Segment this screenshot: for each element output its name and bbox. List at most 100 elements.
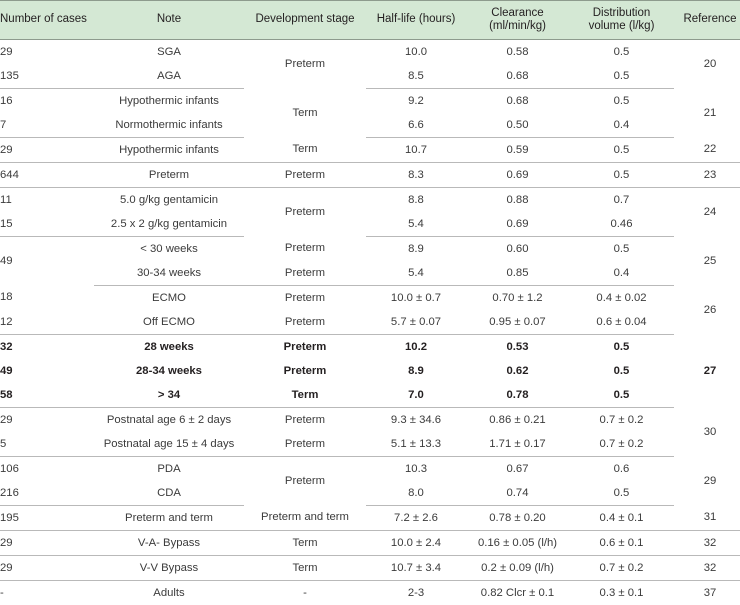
table-header-row: Number of cases Note Development stage H… bbox=[0, 1, 740, 40]
cell-half-life: 10.2 bbox=[366, 335, 466, 360]
cell-number-of-cases: 29 bbox=[0, 138, 94, 163]
cell-clearance: 0.2 ± 0.09 (l/h) bbox=[466, 556, 569, 581]
cell-distribution-volume: 0.6 bbox=[569, 457, 674, 482]
cell-distribution-volume: 0.6 ± 0.04 bbox=[569, 310, 674, 335]
cell-half-life: 5.4 bbox=[366, 212, 466, 237]
cell-clearance: 0.85 bbox=[466, 261, 569, 286]
cell-distribution-volume: 0.4 bbox=[569, 113, 674, 138]
cell-half-life: 8.0 bbox=[366, 481, 466, 506]
cell-clearance: 0.69 bbox=[466, 212, 569, 237]
cell-number-of-cases: 12 bbox=[0, 310, 94, 335]
cell-half-life: 8.8 bbox=[366, 188, 466, 213]
cell-clearance: 0.74 bbox=[466, 481, 569, 506]
cell-half-life: 8.5 bbox=[366, 64, 466, 89]
table-row: 29V-V BypassTerm10.7 ± 3.40.2 ± 0.09 (l/… bbox=[0, 556, 740, 581]
column-header-half-life: Half-life (hours) bbox=[366, 1, 466, 40]
table-header: Number of cases Note Development stage H… bbox=[0, 1, 740, 40]
table-row: 29V-A- BypassTerm10.0 ± 2.40.16 ± 0.05 (… bbox=[0, 531, 740, 556]
cell-reference: 32 bbox=[674, 531, 740, 556]
table-row: 29SGAPreterm10.00.580.520 bbox=[0, 40, 740, 65]
cell-distribution-volume: 0.3 ± 0.1 bbox=[569, 581, 674, 605]
cell-half-life: 10.0 ± 2.4 bbox=[366, 531, 466, 556]
cell-number-of-cases: 7 bbox=[0, 113, 94, 138]
cell-number-of-cases: 49 bbox=[0, 237, 94, 286]
cell-half-life: 8.3 bbox=[366, 163, 466, 188]
column-header-distribution-volume: Distribution volume (l/kg) bbox=[569, 1, 674, 40]
cell-number-of-cases: 18 bbox=[0, 286, 94, 311]
cell-development-stage: Preterm bbox=[244, 335, 366, 360]
table-row: 18ECMOPreterm10.0 ± 0.70.70 ± 1.20.4 ± 0… bbox=[0, 286, 740, 311]
cell-development-stage: Preterm bbox=[244, 163, 366, 188]
cell-reference: 32 bbox=[674, 556, 740, 581]
cell-development-stage: Term bbox=[244, 383, 366, 408]
cell-half-life: 10.0 ± 0.7 bbox=[366, 286, 466, 311]
cell-distribution-volume: 0.4 ± 0.02 bbox=[569, 286, 674, 311]
table-row: 58> 34Term7.00.780.5 bbox=[0, 383, 740, 408]
cell-number-of-cases: 29 bbox=[0, 40, 94, 65]
cell-distribution-volume: 0.7 bbox=[569, 188, 674, 213]
cell-note: > 34 bbox=[94, 383, 244, 408]
cell-half-life: 5.4 bbox=[366, 261, 466, 286]
cell-clearance: 0.60 bbox=[466, 237, 569, 262]
cell-reference: 23 bbox=[674, 163, 740, 188]
cell-clearance: 0.78 bbox=[466, 383, 569, 408]
cell-development-stage: Term bbox=[244, 531, 366, 556]
cell-development-stage: Preterm bbox=[244, 408, 366, 433]
cell-number-of-cases: 29 bbox=[0, 408, 94, 433]
cell-note: Normothermic infants bbox=[94, 113, 244, 138]
cell-half-life: 10.7 ± 3.4 bbox=[366, 556, 466, 581]
cell-reference: 20 bbox=[674, 40, 740, 89]
table-row: 3228 weeksPreterm10.20.530.527 bbox=[0, 335, 740, 360]
cell-development-stage: Preterm bbox=[244, 261, 366, 286]
cell-number-of-cases: 216 bbox=[0, 481, 94, 506]
table-row: 7Normothermic infants6.60.500.4 bbox=[0, 113, 740, 138]
cell-clearance: 1.71 ± 0.17 bbox=[466, 432, 569, 457]
table-row: 49< 30 weeksPreterm8.90.600.525 bbox=[0, 237, 740, 262]
cell-reference: 22 bbox=[674, 138, 740, 163]
cell-clearance: 0.82 Clcr ± 0.1 bbox=[466, 581, 569, 605]
pharmacokinetics-table: Number of cases Note Development stage H… bbox=[0, 0, 740, 605]
table-row: 29Postnatal age 6 ± 2 daysPreterm9.3 ± 3… bbox=[0, 408, 740, 433]
cell-development-stage: Preterm bbox=[244, 188, 366, 237]
cell-distribution-volume: 0.5 bbox=[569, 359, 674, 383]
cell-half-life: 5.7 ± 0.07 bbox=[366, 310, 466, 335]
cell-clearance: 0.88 bbox=[466, 188, 569, 213]
cell-half-life: 10.3 bbox=[366, 457, 466, 482]
cell-note: Off ECMO bbox=[94, 310, 244, 335]
cell-note: V-V Bypass bbox=[94, 556, 244, 581]
cell-number-of-cases: 16 bbox=[0, 89, 94, 114]
cell-development-stage: Preterm and term bbox=[244, 506, 366, 531]
cell-half-life: 10.0 bbox=[366, 40, 466, 65]
cell-clearance: 0.70 ± 1.2 bbox=[466, 286, 569, 311]
cell-clearance: 0.16 ± 0.05 (l/h) bbox=[466, 531, 569, 556]
cell-note: < 30 weeks bbox=[94, 237, 244, 262]
cell-number-of-cases: 135 bbox=[0, 64, 94, 89]
cell-clearance: 0.53 bbox=[466, 335, 569, 360]
cell-reference: 31 bbox=[674, 506, 740, 531]
cell-development-stage: Term bbox=[244, 138, 366, 163]
cell-clearance: 0.68 bbox=[466, 64, 569, 89]
table-row: 29Hypothermic infantsTerm10.70.590.522 bbox=[0, 138, 740, 163]
table-row: 4928-34 weeksPreterm8.90.620.5 bbox=[0, 359, 740, 383]
cell-note: Preterm and term bbox=[94, 506, 244, 531]
cell-number-of-cases: 106 bbox=[0, 457, 94, 482]
cell-clearance: 0.58 bbox=[466, 40, 569, 65]
table-row: 152.5 x 2 g/kg gentamicin5.40.690.46 bbox=[0, 212, 740, 237]
cell-development-stage: Term bbox=[244, 556, 366, 581]
cell-number-of-cases: 195 bbox=[0, 506, 94, 531]
cell-number-of-cases: 11 bbox=[0, 188, 94, 213]
column-header-clearance: Clearance (ml/min/kg) bbox=[466, 1, 569, 40]
cell-distribution-volume: 0.5 bbox=[569, 237, 674, 262]
cell-note: ECMO bbox=[94, 286, 244, 311]
column-header-reference: Reference bbox=[674, 1, 740, 40]
cell-clearance: 0.86 ± 0.21 bbox=[466, 408, 569, 433]
cell-note: 5.0 g/kg gentamicin bbox=[94, 188, 244, 213]
cell-note: Postnatal age 6 ± 2 days bbox=[94, 408, 244, 433]
cell-reference: 26 bbox=[674, 286, 740, 335]
cell-development-stage: Preterm bbox=[244, 457, 366, 506]
table-row: 644PretermPreterm8.30.690.523 bbox=[0, 163, 740, 188]
cell-half-life: 8.9 bbox=[366, 359, 466, 383]
table-row: 106PDAPreterm10.30.670.629 bbox=[0, 457, 740, 482]
cell-note: 28 weeks bbox=[94, 335, 244, 360]
cell-distribution-volume: 0.5 bbox=[569, 89, 674, 114]
